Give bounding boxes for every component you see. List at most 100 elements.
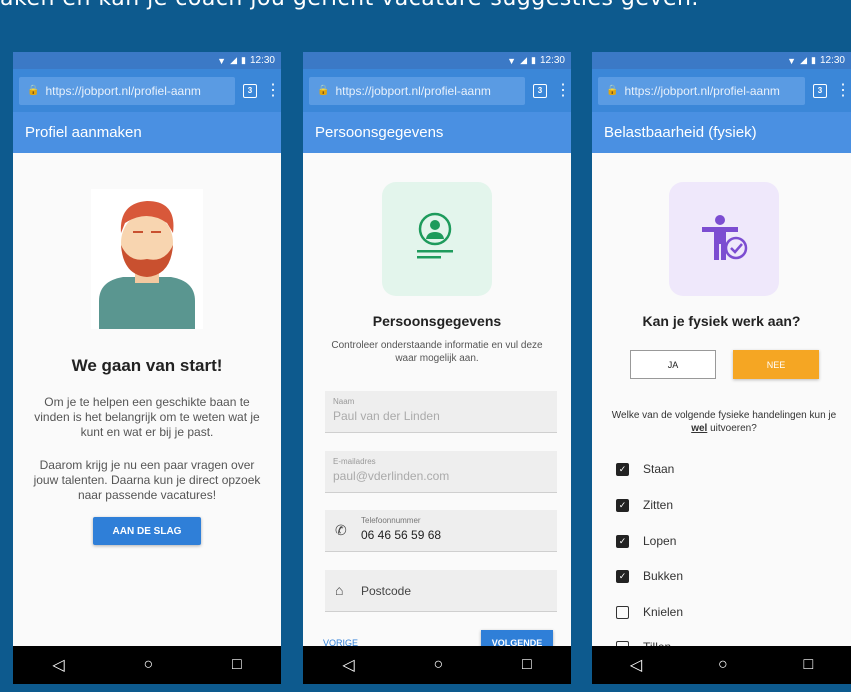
email-value: paul@vderlinden.com bbox=[333, 469, 450, 483]
status-time: 12:30 bbox=[819, 55, 845, 66]
status-bar: ▼ ◢ ▮ 12:30 bbox=[592, 52, 851, 69]
wifi-icon: ▼ bbox=[217, 55, 227, 66]
page-header: aken en kan je coach jou gericht vacatur… bbox=[0, 0, 851, 22]
url-bar[interactable]: 🔒 https://jobport.nl/profiel-aanm bbox=[598, 76, 805, 105]
status-bar: ▼ ◢ ▮ 12:30 bbox=[303, 52, 571, 69]
app-bar-title: Profiel aanmaken bbox=[13, 112, 281, 153]
checkbox-label: Zitten bbox=[643, 498, 674, 512]
back-icon[interactable]: ◁ bbox=[630, 655, 642, 675]
content-area: We gaan van start! Om je te helpen een g… bbox=[13, 153, 281, 646]
url-bar[interactable]: 🔒 https://jobport.nl/profiel-aanm bbox=[19, 76, 235, 105]
name-label: Naam bbox=[333, 397, 355, 406]
checkbox-row-knielen[interactable]: Knielen bbox=[616, 605, 683, 619]
screen-heading: Kan je fysiek werk aan? bbox=[642, 313, 801, 329]
system-nav-bar: ◁ ○ □ bbox=[13, 646, 281, 684]
name-value: Paul van der Linden bbox=[333, 409, 440, 423]
checkbox-unchecked-icon[interactable] bbox=[616, 605, 629, 619]
system-nav-bar: ◁ ○ □ bbox=[303, 646, 571, 684]
checkbox-row-zitten[interactable]: ✓ Zitten bbox=[616, 498, 673, 512]
back-icon[interactable]: ◁ bbox=[342, 655, 354, 675]
phone-screen-profiel: ▼ ◢ ▮ 12:30 🔒 https://jobport.nl/profiel… bbox=[13, 52, 281, 684]
question-suffix: uitvoeren? bbox=[707, 423, 757, 434]
app-bar-title: Persoonsgegevens bbox=[303, 112, 571, 153]
question-prefix: Welke van de volgende fysieke handelinge… bbox=[611, 410, 837, 421]
status-time: 12:30 bbox=[539, 55, 565, 66]
checkbox-label: Bukken bbox=[643, 569, 684, 583]
accessibility-check-icon bbox=[702, 215, 748, 260]
url-text: https://jobport.nl/profiel-aanm bbox=[624, 83, 780, 98]
home-icon[interactable]: ○ bbox=[143, 656, 153, 674]
explanation-paragraph: Daarom krijg je nu een paar vragen over … bbox=[33, 458, 261, 502]
tab-switcher-button[interactable]: 3 bbox=[533, 83, 547, 98]
lock-icon: 🔒 bbox=[27, 85, 40, 96]
yes-button[interactable]: JA bbox=[630, 350, 716, 379]
checkbox-label: Staan bbox=[643, 462, 675, 476]
profile-card-tile bbox=[382, 182, 492, 296]
signal-icon: ◢ bbox=[520, 55, 528, 65]
name-field[interactable]: Naam Paul van der Linden bbox=[325, 391, 557, 433]
question-text: Welke van de volgende fysieke handelinge… bbox=[610, 409, 838, 435]
checkbox-label: Lopen bbox=[643, 534, 677, 548]
tab-switcher-button[interactable]: 3 bbox=[243, 83, 257, 98]
start-button[interactable]: AAN DE SLAG bbox=[93, 517, 201, 545]
recent-apps-icon[interactable]: □ bbox=[232, 656, 242, 674]
recent-apps-icon[interactable]: □ bbox=[522, 656, 532, 674]
phone-screen-persoonsgegevens: ▼ ◢ ▮ 12:30 🔒 https://jobport.nl/profiel… bbox=[303, 52, 571, 684]
browser-toolbar: 🔒 https://jobport.nl/profiel-aanm 3 ⋮ bbox=[13, 69, 281, 112]
wifi-icon: ▼ bbox=[787, 55, 797, 66]
checkbox-checked-icon[interactable]: ✓ bbox=[616, 462, 629, 476]
menu-icon[interactable]: ⋮ bbox=[835, 82, 851, 99]
signal-icon: ◢ bbox=[800, 55, 808, 65]
checkbox-label: Knielen bbox=[643, 605, 684, 619]
email-label: E-mailadres bbox=[333, 457, 376, 466]
recent-apps-icon[interactable]: □ bbox=[803, 656, 813, 674]
status-time: 12:30 bbox=[249, 55, 275, 66]
system-nav-bar: ◁ ○ □ bbox=[592, 646, 851, 684]
app-bar-title: Belastbaarheid (fysiek) bbox=[592, 112, 851, 153]
lock-icon: 🔒 bbox=[606, 85, 619, 96]
postcode-placeholder: Postcode bbox=[361, 583, 412, 598]
checkbox-row-bukken[interactable]: ✓ Bukken bbox=[616, 569, 683, 583]
browser-toolbar: 🔒 https://jobport.nl/profiel-aanm 3 ⋮ bbox=[303, 69, 571, 112]
url-text: https://jobport.nl/profiel-aanm bbox=[45, 83, 201, 98]
phone-value: 06 46 56 59 68 bbox=[361, 528, 442, 542]
content-area: Persoonsgegevens Controleer onderstaande… bbox=[303, 153, 571, 656]
battery-icon: ▮ bbox=[531, 55, 536, 65]
postcode-field[interactable]: ⌂ Postcode bbox=[325, 570, 557, 612]
signal-icon: ◢ bbox=[230, 55, 238, 65]
home-icon[interactable]: ○ bbox=[433, 656, 443, 674]
checkbox-row-staan[interactable]: ✓ Staan bbox=[616, 462, 674, 476]
email-field[interactable]: E-mailadres paul@vderlinden.com bbox=[325, 451, 557, 493]
intro-paragraph: Om je te helpen een geschikte baan te vi… bbox=[34, 395, 260, 439]
wifi-icon: ▼ bbox=[507, 55, 517, 66]
avatar-illustration bbox=[91, 189, 203, 329]
phone-field[interactable]: ✆ Telefoonnummer 06 46 56 59 68 bbox=[325, 510, 557, 552]
url-text: https://jobport.nl/profiel-aanm bbox=[335, 83, 491, 98]
phone-icon: ✆ bbox=[335, 522, 347, 538]
content-area: Kan je fysiek werk aan? JA NEE Welke van… bbox=[592, 153, 851, 654]
tab-switcher-button[interactable]: 3 bbox=[813, 83, 827, 98]
browser-toolbar: 🔒 https://jobport.nl/profiel-aanm 3 ⋮ bbox=[592, 69, 851, 112]
url-bar[interactable]: 🔒 https://jobport.nl/profiel-aanm bbox=[309, 76, 525, 105]
home-address-icon: ⌂ bbox=[335, 582, 344, 598]
checkbox-checked-icon[interactable]: ✓ bbox=[616, 498, 629, 512]
menu-icon[interactable]: ⋮ bbox=[265, 82, 281, 99]
physical-ability-tile bbox=[669, 182, 779, 296]
checkbox-row-lopen[interactable]: ✓ Lopen bbox=[616, 534, 676, 548]
home-icon[interactable]: ○ bbox=[718, 656, 728, 674]
back-icon[interactable]: ◁ bbox=[52, 655, 64, 675]
screen-heading: Persoonsgegevens bbox=[372, 313, 502, 329]
question-emphasis: wel bbox=[691, 423, 708, 434]
phone-label: Telefoonnummer bbox=[361, 516, 421, 525]
screen-heading: We gaan van start! bbox=[71, 356, 223, 375]
battery-icon: ▮ bbox=[241, 55, 246, 65]
lock-icon: 🔒 bbox=[317, 85, 330, 96]
phone-screen-belastbaarheid: ▼ ◢ ▮ 12:30 🔒 https://jobport.nl/profiel… bbox=[592, 52, 851, 684]
status-bar: ▼ ◢ ▮ 12:30 bbox=[13, 52, 281, 69]
menu-icon[interactable]: ⋮ bbox=[555, 82, 571, 99]
battery-icon: ▮ bbox=[811, 55, 816, 65]
checkbox-checked-icon[interactable]: ✓ bbox=[616, 569, 629, 583]
screen-subtitle: Controleer onderstaande informatie en vu… bbox=[331, 340, 543, 364]
no-button[interactable]: NEE bbox=[733, 350, 819, 379]
checkbox-checked-icon[interactable]: ✓ bbox=[616, 534, 629, 548]
